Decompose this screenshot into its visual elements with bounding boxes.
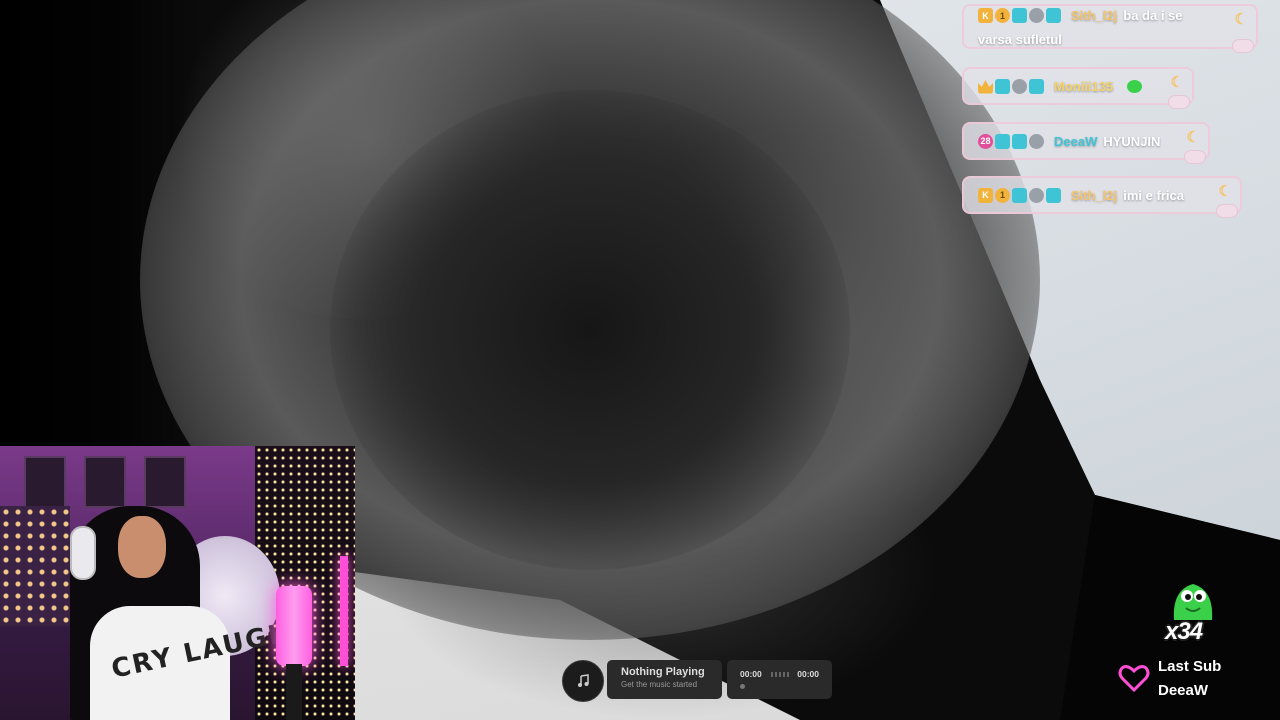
wall-poster	[84, 456, 126, 508]
frog-emote-icon	[1127, 79, 1143, 93]
gift-badge-icon	[995, 78, 1010, 94]
chat-message: K 1 Sith_l2j ba da i se varsa sufletul ☾	[962, 4, 1258, 53]
robot-badge-icon	[1029, 8, 1044, 24]
heart-icon	[1118, 665, 1150, 693]
moon-icon: ☾	[1170, 74, 1184, 91]
lit-shelf	[0, 506, 70, 626]
cloud-icon	[1168, 95, 1190, 109]
user-badges	[978, 78, 1044, 94]
sub-badge-icon	[1012, 133, 1027, 149]
track-subtitle: Get the music started	[621, 680, 698, 689]
neon-light	[340, 556, 348, 666]
user-badges: K 1	[978, 8, 1061, 24]
sub-multiplier: x34	[1165, 618, 1203, 645]
cloud-icon	[1232, 39, 1254, 53]
user-badges: 28	[978, 133, 1044, 149]
robot-badge-icon	[1029, 133, 1044, 149]
waveform-icon	[770, 671, 789, 677]
sub-badge-icon	[1046, 8, 1061, 24]
chat-username[interactable]: Sith_l2j	[1071, 8, 1117, 23]
chat-text: ba da i se	[1123, 8, 1183, 24]
moon-icon: ☾	[1234, 11, 1248, 28]
moon-icon: ☾	[1186, 129, 1200, 146]
sub-badge-icon	[1046, 187, 1061, 203]
moon-icon: ☾	[1218, 183, 1232, 200]
gift-badge-icon	[995, 133, 1010, 149]
last-sub-name: DeeaW	[1158, 682, 1209, 699]
microphone-icon	[276, 586, 312, 666]
k-badge-icon: K	[978, 187, 993, 203]
music-note-icon	[578, 674, 589, 687]
now-playing-panel: Nothing Playing Get the music started	[607, 660, 722, 699]
robot-badge-icon	[1012, 78, 1027, 94]
chat-text: HYUNJIN	[1103, 133, 1161, 149]
total-time: 00:00	[797, 669, 819, 679]
track-title: Nothing Playing	[621, 666, 705, 678]
k-badge-icon: K	[978, 8, 993, 24]
coin-badge-icon: 1	[995, 8, 1010, 24]
month-badge-icon: 28	[978, 133, 993, 149]
wall-poster	[24, 456, 66, 508]
chat-text: imi e frica	[1123, 187, 1184, 203]
chat-message: 28 DeeaW HYUNJIN ☾	[962, 122, 1210, 164]
cloud-icon	[1184, 150, 1206, 164]
smoke-core	[330, 90, 850, 570]
current-time: 00:00	[740, 669, 762, 679]
streamer-face	[118, 516, 166, 578]
coin-badge-icon: 1	[995, 187, 1010, 203]
chat-text: varsa sufletul	[978, 31, 1062, 47]
music-play-button[interactable]	[562, 660, 604, 702]
chat-username[interactable]: DeeaW	[1054, 134, 1097, 149]
progress-handle[interactable]	[740, 684, 745, 689]
robot-badge-icon	[1029, 187, 1044, 203]
chat-username[interactable]: Sith_l2j	[1071, 188, 1117, 203]
webcam-overlay: CRY LAUGH	[0, 446, 355, 720]
playback-time-panel: 00:00 00:00	[727, 660, 832, 699]
gift-badge-icon	[1012, 8, 1027, 24]
gift-badge-icon	[1012, 187, 1027, 203]
chat-message: K 1 Sith_l2j imi e frica ☾	[962, 176, 1242, 218]
chat-username[interactable]: Moniii135	[1054, 79, 1113, 94]
cloud-icon	[1216, 204, 1238, 218]
wall-poster	[144, 456, 186, 508]
crown-badge-icon	[978, 80, 993, 94]
last-sub-label: Last Sub	[1158, 658, 1222, 675]
headset	[70, 526, 96, 580]
sub-badge-icon	[1029, 78, 1044, 94]
mic-stand	[286, 664, 302, 720]
chat-message: Moniii135 ☾	[962, 67, 1194, 109]
user-badges: K 1	[978, 187, 1061, 203]
